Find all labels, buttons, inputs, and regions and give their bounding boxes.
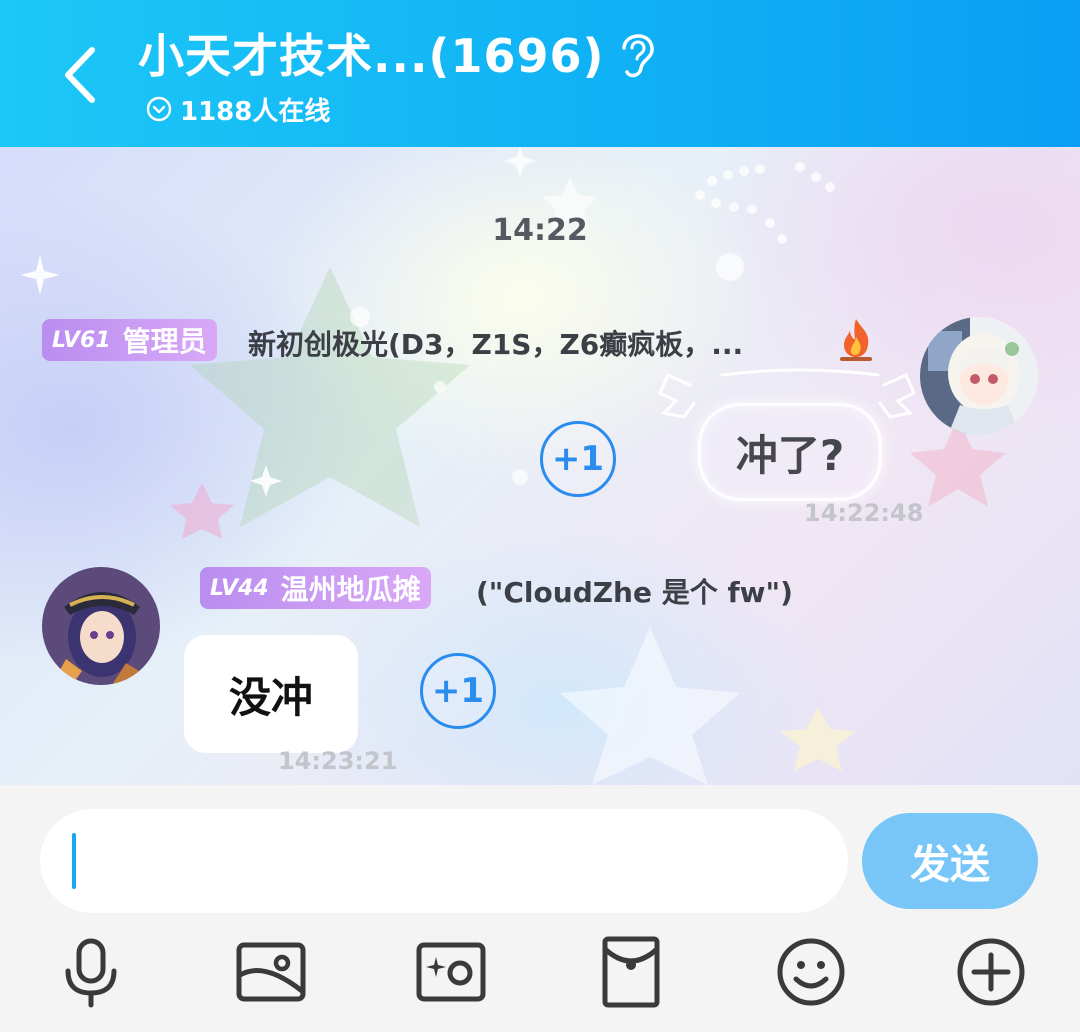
level-label: LV44 [210, 575, 269, 601]
level-label: LV61 [52, 327, 111, 353]
anime-boy-avatar-image [42, 567, 160, 685]
member-title: 温州地瓜摊 [280, 573, 421, 606]
online-count: 1188人在线 [180, 96, 331, 127]
input-area: 发送 [0, 785, 1080, 1032]
camera-icon[interactable] [414, 935, 488, 1009]
time-divider: 14:22 [492, 213, 588, 248]
plus-one-button[interactable]: +1 [420, 653, 496, 729]
message-time: 14:23:21 [278, 747, 398, 775]
image-icon[interactable] [234, 935, 308, 1009]
message-bubble[interactable]: 冲了? [698, 403, 882, 501]
ear-icon[interactable] [614, 26, 660, 80]
sender-name[interactable]: ("CloudZhe 是个 fw") [476, 571, 793, 611]
avatar[interactable] [920, 317, 1038, 435]
chat-area[interactable]: 14:22 LV61 管理员 新初创极光(D3，Z1S，Z6癫疯板，... +1… [0, 147, 1080, 785]
chat-header: 小天才技术...(1696) 1188人在线 [0, 0, 1080, 147]
member-level-badge[interactable]: LV44 温州地瓜摊 [200, 567, 431, 609]
chevron-down-circle-icon [146, 96, 172, 122]
message-bubble[interactable]: 没冲 [184, 635, 358, 753]
group-title[interactable]: 小天才技术...(1696) [138, 20, 605, 86]
back-arrow-icon[interactable] [52, 40, 112, 110]
member-level-badge[interactable]: LV61 管理员 [42, 319, 217, 361]
microphone-icon[interactable] [54, 935, 128, 1009]
text-caret [72, 833, 76, 889]
red-packet-icon[interactable] [594, 935, 668, 1009]
online-status[interactable]: 1188人在线 [146, 92, 331, 127]
emoji-icon[interactable] [774, 935, 848, 1009]
message-input[interactable] [40, 809, 848, 913]
fire-icon [840, 319, 872, 361]
message-time: 14:22:48 [804, 499, 924, 527]
member-role: 管理员 [122, 325, 207, 358]
plus-icon[interactable] [954, 935, 1028, 1009]
anime-girl-avatar-image [920, 317, 1038, 435]
sender-name[interactable]: 新初创极光(D3，Z1S，Z6癫疯板，... [248, 323, 743, 363]
plus-one-button[interactable]: +1 [540, 421, 616, 497]
send-button[interactable]: 发送 [862, 813, 1038, 909]
avatar[interactable] [42, 567, 160, 685]
